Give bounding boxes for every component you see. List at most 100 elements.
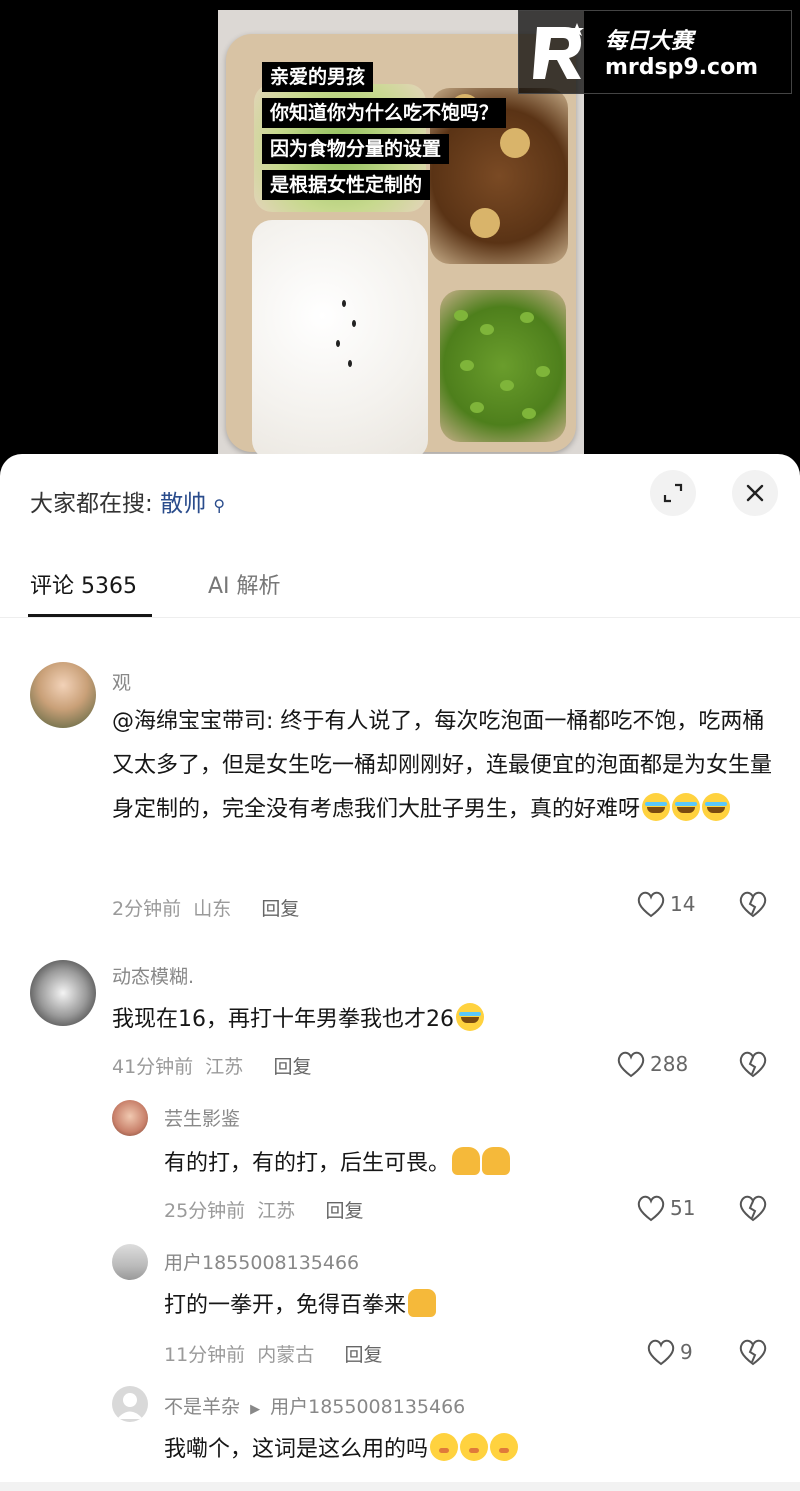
comment-time: 41分钟前 <box>112 1056 194 1078</box>
comment-text-body: 有的打，有的打，后生可畏。 <box>164 1151 451 1176</box>
pea <box>522 408 536 419</box>
video-caption-line: 因为食物分量的设置 <box>262 134 450 164</box>
reply-button[interactable]: 回复 <box>261 898 299 920</box>
sesame <box>348 360 352 367</box>
sesame <box>336 340 340 347</box>
r-logo-icon <box>533 23 584 79</box>
comment-text-body: 打的一拳开，免得百拳来 <box>164 1293 407 1318</box>
comment-username[interactable]: 观 <box>112 668 131 695</box>
broken-heart-icon[interactable] <box>738 890 768 918</box>
trending-search-prefix: 大家都在搜: <box>30 491 153 517</box>
comment-location: 山东 <box>193 898 232 920</box>
comment-location: 内蒙古 <box>257 1344 315 1366</box>
trending-search[interactable]: 大家都在搜: 散帅 ⚲ <box>30 484 225 518</box>
comment-text: 我嘞个，这词是这么用的吗 <box>164 1428 764 1472</box>
comment-text-body: 我现在16，再打十年男拳我也才26 <box>112 1007 454 1032</box>
comment-text: 有的打，有的打，后生可畏。 <box>164 1142 764 1186</box>
reply-target-username[interactable]: 用户1855008135466 <box>270 1396 465 1418</box>
like-count: 9 <box>680 1340 693 1364</box>
like-button[interactable]: 9 <box>646 1338 693 1366</box>
shy-emoji-icon <box>460 1433 489 1461</box>
default-user-icon <box>117 1393 143 1419</box>
sesame <box>342 300 346 307</box>
like-count: 288 <box>650 1052 689 1076</box>
crying-emoji-icon <box>642 793 671 821</box>
sesame <box>352 320 356 327</box>
egg <box>500 128 530 158</box>
pea <box>536 366 550 377</box>
pea <box>460 360 474 371</box>
watermark-name: 每日大赛 <box>605 29 694 54</box>
like-button[interactable]: 51 <box>636 1194 695 1222</box>
heart-icon <box>637 1195 665 1222</box>
comment-username[interactable]: 动态模糊. <box>112 962 194 989</box>
praying-hands-emoji-icon <box>482 1147 511 1175</box>
search-icon: ⚲ <box>213 496 226 515</box>
avatar[interactable] <box>30 662 96 728</box>
like-button[interactable]: 288 <box>616 1050 688 1078</box>
like-button[interactable]: 14 <box>636 890 695 918</box>
tab-ai-analysis[interactable]: AI 解析 <box>208 568 281 600</box>
video-caption-line: 你知道你为什么吃不饱吗？ <box>262 98 507 128</box>
pea <box>480 324 494 335</box>
comment-username[interactable]: 芸生影鉴 <box>164 1104 240 1131</box>
active-tab-indicator <box>28 614 152 617</box>
comment-time: 11分钟前 <box>164 1344 246 1366</box>
watermark-url: mrdsp9.com <box>605 55 759 80</box>
praying-hands-emoji-icon <box>452 1147 481 1175</box>
comment-text: 打的一拳开，免得百拳来 <box>164 1284 764 1328</box>
watermark: 每日大赛 mrdsp9.com <box>518 10 792 94</box>
comment-time: 25分钟前 <box>164 1200 246 1222</box>
comment-text: @海绵宝宝带司: 终于有人说了，每次吃泡面一桶都吃不饱，吃两桶又太多了，但是女生… <box>112 700 772 832</box>
egg <box>470 208 500 238</box>
heart-icon <box>617 1051 645 1078</box>
reply-button[interactable]: 回复 <box>345 1344 383 1366</box>
tab-comments[interactable]: 评论 5365 <box>30 568 137 600</box>
pea <box>500 380 514 391</box>
pea <box>454 310 468 321</box>
broken-heart-icon[interactable] <box>738 1338 768 1366</box>
pea <box>470 402 484 413</box>
broken-heart-icon[interactable] <box>738 1194 768 1222</box>
crying-emoji-icon <box>672 793 701 821</box>
heart-icon <box>637 891 665 918</box>
avatar[interactable] <box>112 1100 148 1136</box>
avatar[interactable] <box>112 1386 148 1422</box>
broken-heart-icon[interactable] <box>738 1050 768 1078</box>
comment-username[interactable]: 用户1855008135466 <box>164 1248 359 1275</box>
laughing-crying-emoji-icon <box>456 1003 484 1031</box>
crying-emoji-icon <box>702 793 731 821</box>
expand-button[interactable] <box>650 470 696 516</box>
reply-header: 不是羊杂 ▶ 用户1855008135466 <box>164 1392 465 1419</box>
bottom-divider <box>0 1482 800 1491</box>
thumbs-up-emoji-icon <box>408 1289 437 1317</box>
comment-text: 我现在16，再打十年男拳我也才26 <box>112 998 772 1042</box>
shy-emoji-icon <box>490 1433 519 1461</box>
reply-button[interactable]: 回复 <box>274 1056 312 1078</box>
avatar[interactable] <box>112 1244 148 1280</box>
expand-icon <box>663 483 683 503</box>
video-player[interactable]: 亲爱的男孩 你知道你为什么吃不饱吗？ 因为食物分量的设置 是根据女性定制的 每日… <box>0 0 800 470</box>
comment-text-body: 我嘞个，这词是这么用的吗 <box>164 1437 429 1462</box>
trending-search-term[interactable]: 散帅 <box>160 491 206 517</box>
video-caption-line: 是根据女性定制的 <box>262 170 431 200</box>
heart-icon <box>647 1339 675 1366</box>
like-count: 51 <box>670 1196 696 1220</box>
close-button[interactable] <box>732 470 778 516</box>
reply-button[interactable]: 回复 <box>326 1200 364 1222</box>
comment-meta: 41分钟前 江苏 回复 <box>112 1052 312 1079</box>
shy-emoji-icon <box>430 1433 459 1461</box>
avatar[interactable] <box>30 960 96 1026</box>
comment-meta: 25分钟前 江苏 回复 <box>164 1196 364 1223</box>
lunch-tray <box>226 34 576 454</box>
pea <box>520 312 534 323</box>
comment-location: 江苏 <box>205 1056 244 1078</box>
beans-compartment <box>440 290 566 442</box>
comment-username[interactable]: 不是羊杂 <box>164 1396 240 1418</box>
comment-meta: 11分钟前 内蒙古 回复 <box>164 1340 383 1367</box>
close-icon <box>746 484 764 502</box>
comment-location: 江苏 <box>257 1200 296 1222</box>
video-caption-line: 亲爱的男孩 <box>262 62 374 92</box>
rice-compartment <box>252 220 428 454</box>
reply-arrow-icon: ▶ <box>250 1402 261 1417</box>
